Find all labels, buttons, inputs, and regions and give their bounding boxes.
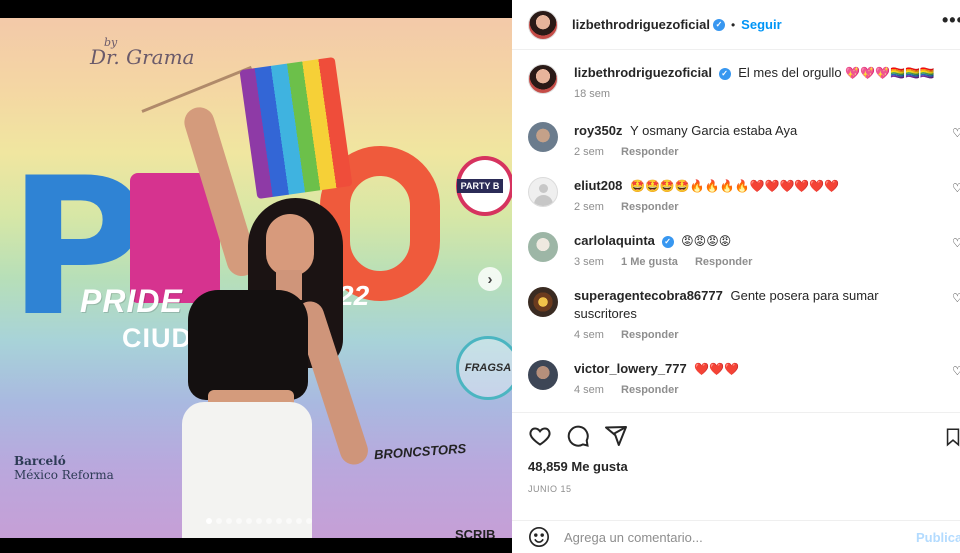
carousel-dots	[206, 518, 312, 524]
comment-time: 2 sem	[574, 201, 604, 213]
comment-time: 3 sem	[574, 256, 604, 268]
carousel-dot	[206, 518, 212, 524]
comment-input[interactable]: Agrega un comentario...	[564, 530, 960, 545]
caption: lizbethrodriguezoficial ✓ El mes del org…	[512, 64, 960, 100]
add-comment-bar: Agrega un comentario... Publicar	[512, 520, 960, 553]
post-photo[interactable]: P by Dr. Grama PRIDE 22 CIUDAL PARTY B F…	[0, 18, 512, 538]
heart-icon[interactable]: ♡	[952, 181, 960, 195]
comment-username[interactable]: victor_lowery_777	[574, 361, 687, 376]
post-date: JUNIO 15	[528, 484, 572, 494]
caption-username[interactable]: lizbethrodriguezoficial	[574, 65, 712, 80]
comment-text: 😡😡😡😡	[681, 234, 732, 248]
separator-dot: •	[730, 17, 736, 32]
comment-text: Y osmany Garcia estaba Aya	[630, 123, 798, 138]
avatar[interactable]	[528, 360, 558, 390]
post-panel: lizbethrodriguezoficial ✓ • Seguir ••• l…	[512, 0, 960, 553]
bookmark-icon[interactable]	[946, 425, 960, 449]
avatar[interactable]	[528, 232, 558, 262]
avatar[interactable]	[528, 9, 558, 40]
banner-pride-text: PRIDE	[80, 283, 183, 319]
author-username[interactable]: lizbethrodriguezoficial	[572, 17, 710, 32]
carousel-dot	[246, 518, 252, 524]
banner-broncs-logo: BRONCSTORS	[373, 440, 467, 463]
comment-username[interactable]: roy350z	[574, 123, 622, 138]
avatar[interactable]	[528, 64, 558, 94]
carousel-dot	[236, 518, 242, 524]
carousel-dot	[306, 518, 312, 524]
comment-username[interactable]: carlolaquinta	[574, 233, 655, 248]
post-actions: 48,859 Me gusta JUNIO 15	[512, 412, 960, 494]
comment-time: 2 sem	[574, 146, 604, 158]
carousel-dot	[276, 518, 282, 524]
post-header: lizbethrodriguezoficial ✓ • Seguir •••	[512, 0, 960, 50]
share-icon[interactable]	[604, 424, 628, 448]
carousel-dot	[286, 518, 292, 524]
heart-icon[interactable]: ♡	[952, 236, 960, 250]
comment-username[interactable]: superagentecobra86777	[574, 288, 723, 303]
heart-icon[interactable]: ♡	[952, 126, 960, 140]
reply-button[interactable]: Responder	[621, 201, 678, 213]
comment-item: carlolaquinta ✓ 😡😡😡😡 3 sem 1 Me gusta Re…	[512, 232, 960, 268]
heart-icon[interactable]: ♡	[952, 364, 960, 378]
carousel-dot	[216, 518, 222, 524]
reply-button[interactable]: Responder	[621, 146, 678, 158]
banner-barcelo-logo: Barceló México Reforma	[14, 454, 114, 482]
comment-text: ❤️❤️❤️	[694, 362, 740, 376]
comment-item: eliut208 🤩🤩🤩🤩🔥🔥🔥🔥❤️❤️❤️❤️❤️❤️ 2 sem Resp…	[512, 177, 960, 213]
reply-button[interactable]: Responder	[695, 256, 752, 268]
avatar[interactable]	[528, 122, 558, 152]
carousel-dot	[226, 518, 232, 524]
avatar[interactable]	[528, 177, 558, 207]
follow-button[interactable]: Seguir	[741, 17, 781, 32]
comment-username[interactable]: eliut208	[574, 178, 622, 193]
caption-text: El mes del orgullo	[738, 65, 842, 80]
rainbow-flag	[239, 56, 353, 200]
smile-icon[interactable]	[528, 526, 550, 548]
comment-likes[interactable]: 1 Me gusta	[621, 256, 678, 268]
reply-button[interactable]: Responder	[621, 329, 678, 341]
banner-scrib-logo: SCRIB	[455, 527, 496, 538]
comment-icon[interactable]	[566, 424, 590, 448]
chevron-right-icon[interactable]: ›	[478, 267, 502, 291]
comment-text: 🤩🤩🤩🤩🔥🔥🔥🔥❤️❤️❤️❤️❤️❤️	[630, 179, 840, 193]
comment-time: 4 sem	[574, 329, 604, 341]
more-horizontal-icon[interactable]: •••	[942, 10, 960, 31]
comment-time: 4 sem	[574, 384, 604, 396]
verified-badge-icon: ✓	[718, 67, 731, 80]
comment-item: roy350z Y osmany Garcia estaba Aya 2 sem…	[512, 122, 960, 158]
comment-item: victor_lowery_777 ❤️❤️❤️ 4 sem Responder…	[512, 360, 960, 396]
heart-icon[interactable]: ♡	[952, 291, 960, 305]
comments-list[interactable]: lizbethrodriguezoficial ✓ El mes del org…	[512, 50, 960, 410]
flag-pole	[141, 65, 252, 113]
carousel-dot	[266, 518, 272, 524]
banner-frag-logo: FRAGSA	[456, 336, 512, 400]
likes-count[interactable]: 48,859 Me gusta	[528, 459, 944, 474]
banner-party-logo: PARTY B	[456, 156, 512, 216]
person-top	[188, 290, 308, 400]
publish-button[interactable]: Publicar	[916, 530, 960, 545]
carousel-dot	[296, 518, 302, 524]
post-media[interactable]: P by Dr. Grama PRIDE 22 CIUDAL PARTY B F…	[0, 0, 512, 553]
heart-icon[interactable]	[528, 424, 552, 448]
verified-badge-icon: ✓	[661, 235, 674, 248]
reply-button[interactable]: Responder	[621, 384, 678, 396]
person-face	[266, 214, 314, 276]
caption-time: 18 sem	[574, 88, 611, 100]
verified-badge-icon: ✓	[712, 18, 725, 31]
carousel-dot	[256, 518, 262, 524]
caption-emojis: 💖💖💖🏳️‍🌈🏳️‍🌈🏳️‍🌈	[845, 66, 935, 80]
banner-brand-grama: by Dr. Grama	[90, 36, 195, 69]
avatar[interactable]	[528, 287, 558, 317]
comment-item: superagentecobra86777 Gente posera para …	[512, 287, 960, 341]
